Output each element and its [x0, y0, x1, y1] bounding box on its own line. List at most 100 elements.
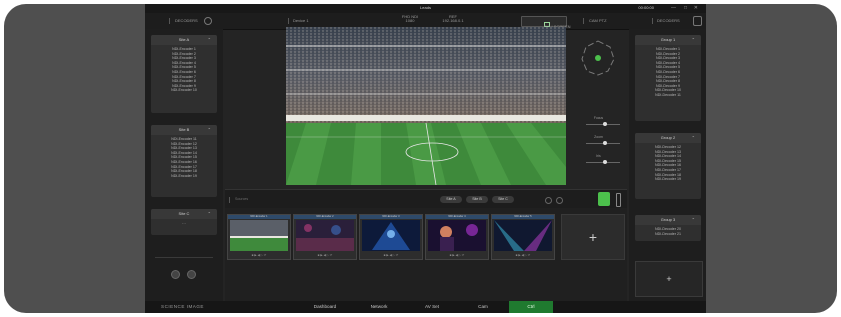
chevron-up-icon[interactable]: ⌃: [692, 215, 695, 225]
site-title: Site A: [178, 37, 190, 42]
site-a-filter-button[interactable]: Site A: [440, 196, 462, 203]
divider: [169, 18, 170, 24]
focus-slider[interactable]: [586, 122, 620, 126]
close-icon[interactable]: ✕: [694, 5, 698, 11]
slider-knob[interactable]: [602, 160, 607, 164]
thumbnail-caption: NDI-Encoder 3: [360, 215, 422, 219]
list-item[interactable]: NDI-Decoder 21: [635, 232, 701, 237]
decoders-left-label: DECODERS: [175, 18, 198, 23]
source-thumbnail[interactable]: NDI-Encoder 5 ■ ▶ ◀ ▷ ⟳: [491, 214, 555, 260]
main-video-preview[interactable]: [286, 27, 566, 185]
source-thumbnail[interactable]: NDI-Encoder 3 ■ ▶ ◀ ▷ ⟳: [359, 214, 423, 260]
blue-stage-thumbnail-image: [362, 220, 420, 251]
divider: [288, 18, 289, 24]
decoder-list: NDI-Decoder 12 NDI-Decoder 13 NDI-Decode…: [635, 143, 701, 184]
chevron-up-icon[interactable]: ⌃: [692, 133, 695, 143]
source-toolbar: Sources Site A Site B Site C: [225, 189, 627, 208]
zoom-label: Zoom: [594, 135, 603, 139]
tab-network[interactable]: Network: [360, 301, 398, 313]
encoder-list: - -: [151, 219, 217, 228]
app-window: Leads 00:00:00 — □ ✕ DECODERS Device 1 F…: [145, 4, 706, 313]
tab-ctrl[interactable]: Ctrl: [509, 301, 553, 313]
decoder-list: NDI-Decoder 20 NDI-Decoder 21: [635, 225, 701, 238]
thumbnail-controls[interactable]: ■ ▶ ◀ ▷ ⟳: [494, 253, 552, 258]
tab-av-set[interactable]: AV Set: [413, 301, 451, 313]
site-b-filter-button[interactable]: Site B: [466, 196, 488, 203]
clock-readout: 00:00:00: [638, 5, 654, 10]
site-a-group[interactable]: Site A ⌃ NDI-Encoder 1 NDI-Encoder 2 NDI-…: [151, 35, 217, 113]
group-header[interactable]: Group 2 ⌃: [635, 133, 701, 143]
volume-icon[interactable]: [616, 193, 621, 207]
zoom-slider[interactable]: [586, 141, 620, 145]
focus-label: Focus: [593, 116, 604, 120]
source-thumbnail[interactable]: NDI-Encoder 1 ■ ▶ ◀ ▷ ⟳: [227, 214, 291, 260]
tab-dashboard[interactable]: Dashboard: [305, 301, 345, 313]
thumbnail-controls[interactable]: ■ ▶ ◀ ▷ ⟳: [296, 253, 354, 258]
chevron-up-icon[interactable]: ⌃: [208, 125, 211, 135]
device-frame: Leads 00:00:00 — □ ✕ DECODERS Device 1 F…: [4, 4, 837, 313]
divider: [155, 257, 213, 258]
slider-knob[interactable]: [602, 141, 607, 145]
group-header[interactable]: Group 3 ⌃: [635, 215, 701, 225]
chevron-up-icon[interactable]: ⌃: [208, 35, 211, 45]
site-b-group[interactable]: Site B ⌃ NDI-Encoder 11 NDI-Encoder 12 ND…: [151, 125, 217, 197]
export-icon[interactable]: [693, 16, 702, 26]
minimize-icon[interactable]: —: [671, 5, 676, 11]
remove-icon[interactable]: [171, 270, 180, 279]
stream-resolution: 1080: [405, 18, 415, 23]
thumbnail-controls[interactable]: ■ ▶ ◀ ▷ ⟳: [362, 253, 420, 258]
slider-knob[interactable]: [602, 122, 607, 126]
add-icon[interactable]: [187, 270, 196, 279]
decoder-groups-panel: Group 1 ⌃ NDI-Decoder 1 NDI-Decoder 2 NDI…: [629, 29, 706, 301]
encoder-list: NDI-Encoder 11 NDI-Encoder 12 NDI-Encode…: [151, 135, 217, 180]
device-label[interactable]: Device 1: [293, 18, 309, 23]
source-thumbnail[interactable]: NDI-Encoder 4 ■ ▶ ◀ ▷ ⟳: [425, 214, 489, 260]
source-thumbnail[interactable]: NDI-Encoder 2 ■ ▶ ◀ ▷ ⟳: [293, 214, 357, 260]
list-item[interactable]: NDI-Encoder 10: [151, 88, 217, 93]
iris-slider[interactable]: [586, 160, 620, 164]
tab-cam[interactable]: Cam: [463, 301, 503, 313]
list-item[interactable]: NDI-Decoder 19: [635, 177, 701, 182]
sources-panel: Sources Site A Site B Site C NDI-Encoder…: [225, 189, 627, 301]
thumbnail-caption: NDI-Encoder 2: [294, 215, 356, 219]
list-item: - -: [182, 221, 186, 225]
ptz-control-panel: Focus Zoom Iris: [570, 29, 627, 187]
refresh-icon[interactable]: [545, 197, 552, 204]
chevron-up-icon[interactable]: ⌃: [692, 35, 695, 45]
settings-icon[interactable]: [556, 197, 563, 204]
joystick-knob-icon: [595, 55, 601, 61]
lights-thumbnail-image: [494, 220, 552, 251]
group-3[interactable]: Group 3 ⌃ NDI-Decoder 20 NDI-Decoder 21: [635, 215, 701, 241]
site-header[interactable]: Site C ⌃: [151, 209, 217, 219]
chevron-up-icon[interactable]: ⌃: [208, 209, 211, 219]
thumbnail-caption: NDI-Encoder 4: [426, 215, 488, 219]
title-bar: Leads 00:00:00 — □ ✕: [145, 4, 706, 13]
site-title: Site B: [178, 127, 190, 132]
performer-thumbnail-image: [428, 220, 486, 251]
thumbnail-controls[interactable]: ■ ▶ ◀ ▷ ⟳: [428, 253, 486, 258]
divider: [652, 18, 653, 24]
site-header[interactable]: Site A ⌃: [151, 35, 217, 45]
ptz-joystick[interactable]: [570, 29, 627, 85]
group-2[interactable]: Group 2 ⌃ NDI-Decoder 12 NDI-Decoder 13 N…: [635, 133, 701, 199]
settings-icon[interactable]: [204, 17, 212, 25]
maximize-icon[interactable]: □: [684, 5, 687, 11]
concert-thumbnail-image: [296, 220, 354, 251]
group-1[interactable]: Group 1 ⌃ NDI-Decoder 1 NDI-Decoder 2 NDI…: [635, 35, 701, 121]
thumbnail-caption: NDI-Encoder 5: [492, 215, 554, 219]
site-c-group[interactable]: Site C ⌃ - -: [151, 209, 217, 235]
fullscreen-button[interactable]: FULLSCREEN: [521, 16, 570, 29]
site-c-filter-button[interactable]: Site C: [492, 196, 514, 203]
decoders-right-label: DECODERS: [657, 18, 680, 23]
record-toggle-button[interactable]: [598, 192, 610, 206]
add-source-button[interactable]: +: [561, 214, 625, 260]
thumbnail-caption: NDI-Encoder 1: [228, 215, 290, 219]
sources-label: Sources: [235, 197, 249, 201]
add-group-button[interactable]: +: [635, 261, 703, 297]
group-header[interactable]: Group 1 ⌃: [635, 35, 701, 45]
ref-info: REF 192.168.0.1: [441, 15, 465, 23]
site-header[interactable]: Site B ⌃: [151, 125, 217, 135]
list-item[interactable]: NDI-Decoder 11: [635, 93, 701, 98]
list-item[interactable]: NDI-Encoder 19: [151, 174, 217, 179]
thumbnail-controls[interactable]: ■ ▶ ◀ ▷ ⟳: [230, 253, 288, 258]
